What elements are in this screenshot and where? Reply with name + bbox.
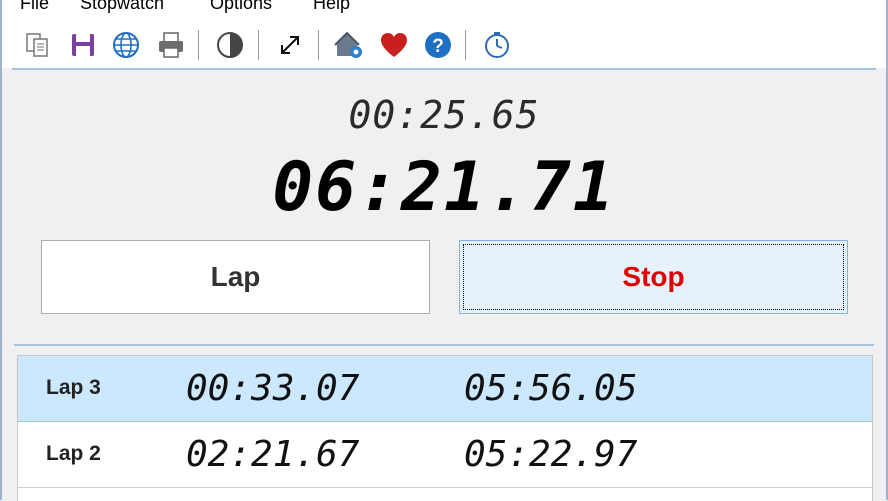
toolbar-separator — [318, 30, 319, 60]
laps-list: Lap 3 00:33.07 05:56.05 Lap 2 02:21.67 0… — [17, 355, 873, 501]
save-icon[interactable] — [66, 28, 100, 62]
lap-button-label: Lap — [210, 261, 261, 292]
laps-divider — [14, 344, 874, 346]
menu-file[interactable]: File — [20, 0, 49, 14]
total-time-display: 06:21.71 — [272, 148, 616, 227]
stop-button[interactable]: Stop — [459, 240, 848, 314]
clock-icon[interactable] — [480, 28, 514, 62]
toolbar: ? — [2, 20, 886, 68]
help-icon[interactable]: ? — [421, 28, 455, 62]
focus-ring — [463, 244, 844, 310]
print-icon[interactable] — [154, 28, 188, 62]
lap-split-time: 02:21.67 — [186, 434, 360, 475]
lap-total-time: 05:56.05 — [464, 368, 638, 409]
toolbar-separator — [465, 30, 466, 60]
toolbar-separator — [198, 30, 199, 60]
list-item[interactable]: Lap 2 02:21.67 05:22.97 — [18, 422, 872, 488]
menu-stopwatch[interactable]: Stopwatch — [80, 0, 164, 14]
home-settings-icon[interactable] — [332, 28, 366, 62]
menu-help[interactable]: Help — [313, 0, 350, 14]
menu-bar: File Stopwatch Options Help — [2, 0, 886, 20]
list-item[interactable]: Lap 3 00:33.07 05:56.05 — [18, 356, 872, 422]
lap-name: Lap 2 — [46, 442, 101, 465]
lap-total-time: 05:22.97 — [464, 434, 638, 475]
toolbar-divider — [12, 68, 876, 70]
copy-icon[interactable] — [21, 28, 55, 62]
heart-icon[interactable] — [377, 28, 411, 62]
window-border-left — [0, 0, 2, 500]
fullscreen-icon[interactable] — [273, 28, 307, 62]
lap-button[interactable]: Lap — [41, 240, 430, 314]
lap-time-display: 00:25.65 — [348, 93, 540, 137]
toolbar-separator — [258, 30, 259, 60]
globe-icon[interactable] — [109, 28, 143, 62]
lap-name: Lap 3 — [46, 376, 101, 399]
menu-options[interactable]: Options — [210, 0, 272, 14]
lap-split-time: 00:33.07 — [186, 368, 360, 409]
svg-text:?: ? — [432, 36, 444, 57]
contrast-icon[interactable] — [213, 28, 247, 62]
